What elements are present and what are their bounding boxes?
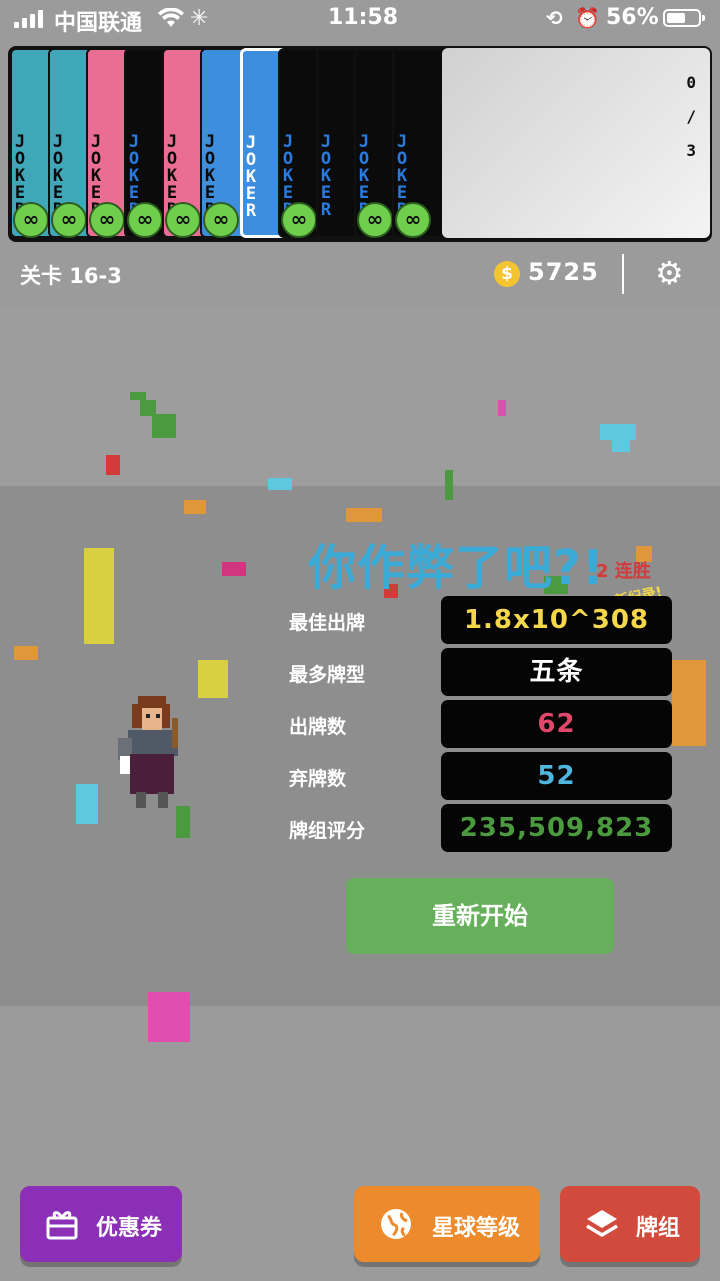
confetti — [14, 646, 38, 660]
infinity-badge: ∞ — [395, 202, 431, 238]
loading-icon: ✳ — [190, 6, 209, 31]
confetti — [268, 478, 292, 490]
infinity-badge: ∞ — [13, 202, 49, 238]
joker-card-text: JOKER — [245, 133, 257, 221]
stat-label: 弃牌数 — [289, 768, 347, 790]
planet-level-button[interactable]: 星球等级 — [354, 1186, 540, 1262]
infinity-badge: ∞ — [127, 202, 163, 238]
result-title: 你作弊了吧?! — [308, 540, 605, 596]
restart-button[interactable]: 重新开始 — [346, 878, 614, 954]
level-label: 关卡 16-3 — [20, 264, 122, 288]
coupon-label: 优惠券 — [96, 1216, 163, 1241]
status-bar: 中国联通 ✳ 11:58 ⟲ ⏰ 56% — [0, 0, 720, 38]
infinity-badge: ∞ — [203, 202, 239, 238]
confetti — [106, 455, 120, 475]
gear-icon[interactable]: ⚙ — [655, 256, 684, 290]
coin-icon: $ — [494, 261, 520, 287]
alarm-icon: ⏰ — [575, 6, 600, 30]
deck-button[interactable]: 牌组 — [560, 1186, 700, 1262]
battery-percent: 56% — [606, 5, 659, 30]
confetti — [498, 400, 506, 416]
confetti — [445, 470, 453, 500]
confetti — [148, 992, 190, 1042]
confetti — [152, 414, 176, 438]
confetti — [76, 784, 98, 824]
confetti — [84, 548, 114, 644]
confetti — [600, 424, 636, 440]
top-bar: 关卡 16-3 $ 5725 ⚙ — [0, 242, 720, 306]
joker-card[interactable]: JOKER∞ — [392, 48, 444, 238]
stat-label: 最多牌型 — [289, 664, 366, 686]
joker-slot-count: 0 / 3 — [686, 73, 696, 160]
infinity-badge: ∞ — [281, 202, 317, 238]
stat-value: 62 — [441, 700, 672, 748]
stat-value: 52 — [441, 752, 672, 800]
battery-icon — [663, 9, 705, 27]
deck-label: 牌组 — [636, 1216, 681, 1241]
pixel-character-icon — [118, 696, 178, 808]
clock: 11:58 — [328, 5, 399, 30]
confetti — [612, 440, 630, 452]
confetti — [130, 392, 146, 400]
stat-value: 1.8x10^308 — [441, 596, 672, 644]
stat-label: 最佳出牌 — [289, 612, 366, 634]
joker-slot-panel[interactable]: 0 / 3 — [442, 48, 710, 238]
coin-count: 5725 — [528, 258, 599, 286]
coupon-button[interactable]: 优惠券 — [20, 1186, 182, 1262]
infinity-badge: ∞ — [165, 202, 201, 238]
globe-icon — [381, 1209, 411, 1239]
confetti — [672, 660, 706, 746]
win-streak: 2 连胜 — [596, 561, 651, 582]
infinity-badge: ∞ — [51, 202, 87, 238]
gift-icon — [46, 1211, 78, 1240]
wifi-icon — [158, 8, 184, 27]
stat-label: 出牌数 — [289, 716, 347, 738]
carrier-label: 中国联通 — [54, 11, 143, 36]
planet-level-label: 星球等级 — [432, 1216, 521, 1241]
signal-icon — [14, 10, 43, 28]
infinity-badge: ∞ — [89, 202, 125, 238]
infinity-badge: ∞ — [357, 202, 393, 238]
confetti — [184, 500, 206, 514]
confetti — [222, 562, 246, 576]
rotation-lock-icon: ⟲ — [546, 6, 563, 30]
confetti — [198, 660, 228, 698]
joker-card-strip: JOKER∞JOKER∞JOKER∞JOKER∞JOKER∞JOKER∞JOKE… — [8, 46, 712, 242]
joker-card-text: JOKER — [320, 132, 332, 220]
confetti — [346, 508, 382, 522]
layers-icon — [586, 1210, 618, 1237]
stat-value: 五条 — [441, 648, 672, 696]
stat-value: 235,509,823 — [441, 804, 672, 852]
divider — [622, 254, 624, 294]
stat-label: 牌组评分 — [289, 820, 366, 842]
